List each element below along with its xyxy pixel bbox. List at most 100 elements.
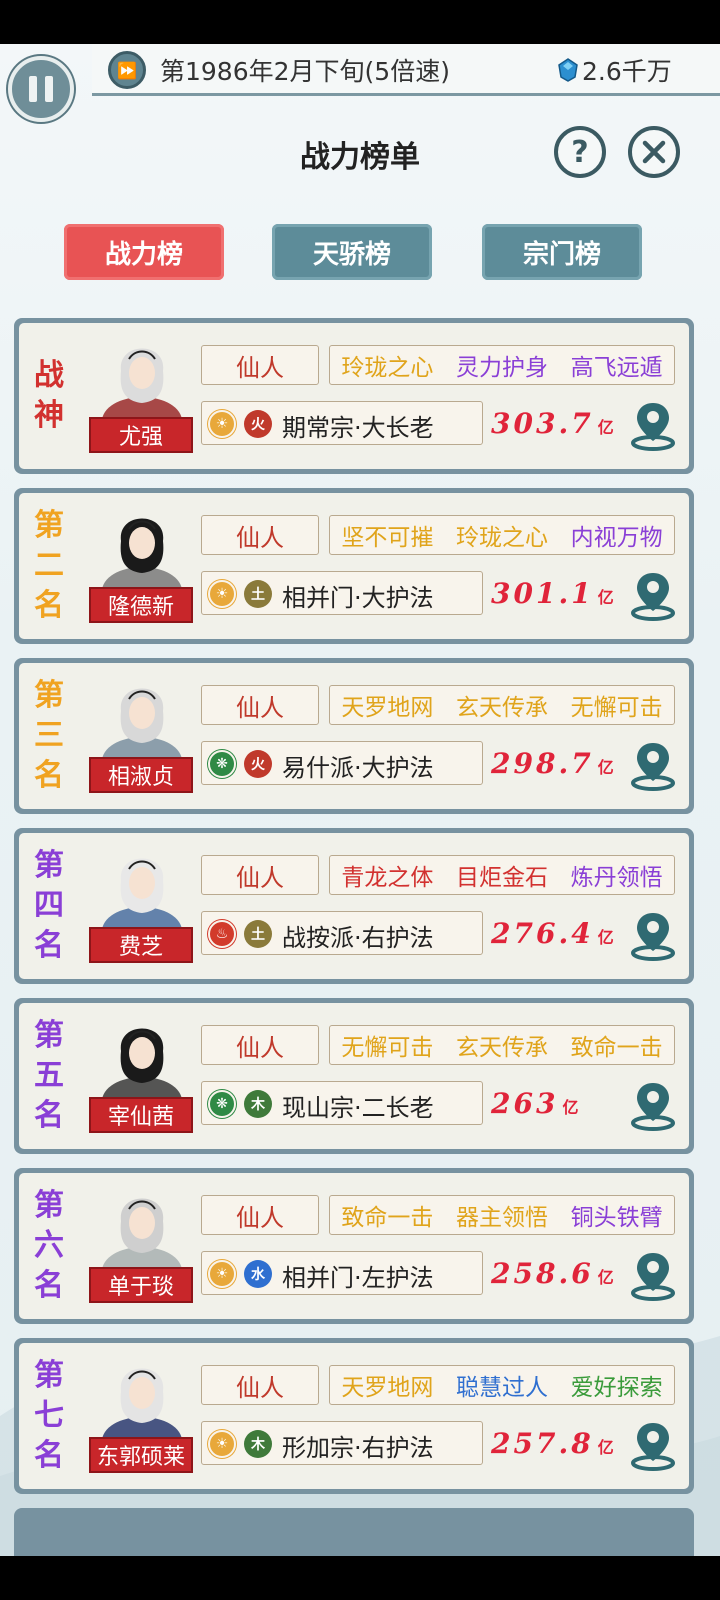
card-body: 第三名 相淑贞 仙人 天罗地网 玄天传承 无懈可击 ❋ 火 易什派·大护法 298.… [19,663,689,809]
power-unit: 亿 [597,928,614,947]
tab-sect-ranking[interactable]: 宗门榜 [482,224,642,280]
sect-position: 易什派·大护法 [282,754,434,782]
power-value: 301.1 [491,577,594,610]
card-body: 战神 尤强 仙人 玲珑之心 灵力护身 高飞远遁 ☀ 火 期常宗·大长老 303.7 亿 [19,323,689,469]
location-pin-icon[interactable] [629,399,677,451]
character-portrait [102,518,182,593]
location-pin-icon[interactable] [629,1249,677,1301]
sect-box: ♨ 土 战按派·右护法 [201,911,483,955]
fast-forward-button[interactable]: ⏩ [108,51,146,89]
power-unit: 亿 [597,758,614,777]
location-pin-icon[interactable] [629,1079,677,1131]
power-value: 298.7 [491,747,594,780]
character-portrait [102,348,182,423]
location-pin-icon[interactable] [629,1419,677,1471]
sect-position: 战按派·右护法 [282,924,434,952]
rank-label: 第五名 [29,1013,69,1139]
rank-char: 名 [34,1098,64,1133]
element-badge-icon: 水 [244,1260,272,1288]
fire-badge-icon: ♨ [208,920,236,948]
power-unit: 亿 [597,418,614,437]
combat-power: 301.1 亿 [491,577,631,610]
card-body: 第七名 东郭硕莱 仙人 天罗地网 聪慧过人 爱好探索 ☀ 木 形加宗·右护法 257… [19,1343,689,1489]
card-body: 第四名 费芝 仙人 青龙之体 目炬金石 炼丹领悟 ♨ 土 战按派·右护法 276.4… [19,833,689,979]
sect-position: 形加宗·右护法 [282,1434,434,1462]
element-badge-icon: 火 [244,410,272,438]
trait-label: 天罗地网 [341,1375,434,1401]
ranking-card[interactable]: 战神 尤强 仙人 玲珑之心 灵力护身 高飞远遁 ☀ 火 期常宗·大长老 303.7 亿 [14,318,694,474]
location-pin-icon[interactable] [629,569,677,621]
realm-label: 仙人 [201,855,319,895]
card-body: 第二名 隆德新 仙人 坚不可摧 玲珑之心 内视万物 ☀ 土 相并门·大护法 301.… [19,493,689,639]
rank-label: 战神 [29,333,69,459]
rank-char: 第 [34,1018,64,1053]
leaf-badge-icon: ❋ [208,1090,236,1118]
trait-label: 灵力护身 [455,355,548,381]
rank-char: 第 [34,508,64,543]
power-unit: 亿 [562,1098,579,1117]
character-name: 相淑贞 [89,757,193,793]
trait-label: 爱好探索 [570,1375,663,1401]
sect-position: 相并门·大护法 [282,584,434,612]
ranking-card[interactable]: 第四名 费芝 仙人 青龙之体 目炬金石 炼丹领悟 ♨ 土 战按派·右护法 276.4… [14,828,694,984]
trait-label: 无懈可击 [570,695,663,721]
rank-label: 第七名 [29,1353,69,1479]
sun-badge-icon: ☀ [208,580,236,608]
leaf-badge-icon: ❋ [208,750,236,778]
combat-power: 257.8 亿 [491,1427,631,1460]
power-unit: 亿 [597,1438,614,1457]
character-portrait [102,1198,182,1273]
power-value: 258.6 [491,1257,594,1290]
location-pin-icon[interactable] [629,909,677,961]
screen: ⏩ 第1986年2月下旬(5倍速) 2.6千万 战力榜单 ? 战力榜 天骄榜 宗… [0,44,720,1556]
trait-label: 目炬金石 [455,865,548,891]
combat-power: 263 亿 [491,1087,631,1120]
rank-char: 名 [34,758,64,793]
realm-label: 仙人 [201,1195,319,1235]
rank-char: 名 [34,1438,64,1473]
trait-label: 玲珑之心 [455,525,548,551]
sect-box: ☀ 木 形加宗·右护法 [201,1421,483,1465]
location-pin-icon[interactable] [629,739,677,791]
help-button[interactable]: ? [554,126,606,178]
ranking-card[interactable]: 第二名 隆德新 仙人 坚不可摧 玲珑之心 内视万物 ☀ 土 相并门·大护法 301.… [14,488,694,644]
sect-box: ❋ 木 现山宗·二长老 [201,1081,483,1125]
rank-char: 三 [34,718,64,753]
traits-box: 玲珑之心 灵力护身 高飞远遁 [329,345,675,385]
trait-label: 天罗地网 [341,695,434,721]
rank-char: 四 [34,888,64,923]
trait-label: 玲珑之心 [341,355,434,381]
character-portrait [102,1028,182,1103]
rank-char: 神 [34,398,64,433]
sun-badge-icon: ☀ [208,1260,236,1288]
trait-label: 青龙之体 [341,865,434,891]
trait-label: 玄天传承 [455,1035,548,1061]
rank-label: 第六名 [29,1183,69,1309]
ranking-card[interactable]: 第五名 宰仙茜 仙人 无懈可击 玄天传承 致命一击 ❋ 木 现山宗·二长老 263 亿 [14,998,694,1154]
power-unit: 亿 [597,1268,614,1287]
character-name: 尤强 [89,417,193,453]
pause-button[interactable] [8,56,74,122]
ranking-card[interactable]: 第七名 东郭硕莱 仙人 天罗地网 聪慧过人 爱好探索 ☀ 木 形加宗·右护法 257… [14,1338,694,1494]
traits-box: 坚不可摧 玲珑之心 内视万物 [329,515,675,555]
character-name: 东郭硕莱 [89,1437,193,1473]
trait-label: 致命一击 [341,1205,434,1231]
rank-char: 战 [34,358,64,393]
character-portrait [102,688,182,763]
tab-prodigy-ranking[interactable]: 天骄榜 [272,224,432,280]
sect-position: 相并门·左护法 [282,1264,434,1292]
ranking-card[interactable]: 第三名 相淑贞 仙人 天罗地网 玄天传承 无懈可击 ❋ 火 易什派·大护法 298.… [14,658,694,814]
combat-power: 258.6 亿 [491,1257,631,1290]
card-body: 第五名 宰仙茜 仙人 无懈可击 玄天传承 致命一击 ❋ 木 现山宗·二长老 263 亿 [19,1003,689,1149]
rank-char: 第 [34,1188,64,1223]
traits-box: 无懈可击 玄天传承 致命一击 [329,1025,675,1065]
tab-power-ranking[interactable]: 战力榜 [64,224,224,280]
rank-label: 第四名 [29,843,69,969]
sect-position: 现山宗·二长老 [282,1094,434,1122]
ranking-card[interactable]: 第六名 单于琰 仙人 致命一击 器主领悟 铜头铁臂 ☀ 水 相并门·左护法 258.… [14,1168,694,1324]
close-button[interactable] [628,126,680,178]
realm-label: 仙人 [201,515,319,555]
trait-label: 玄天传承 [455,695,548,721]
rank-char: 六 [34,1228,64,1263]
page-title: 战力榜单 [300,140,420,175]
